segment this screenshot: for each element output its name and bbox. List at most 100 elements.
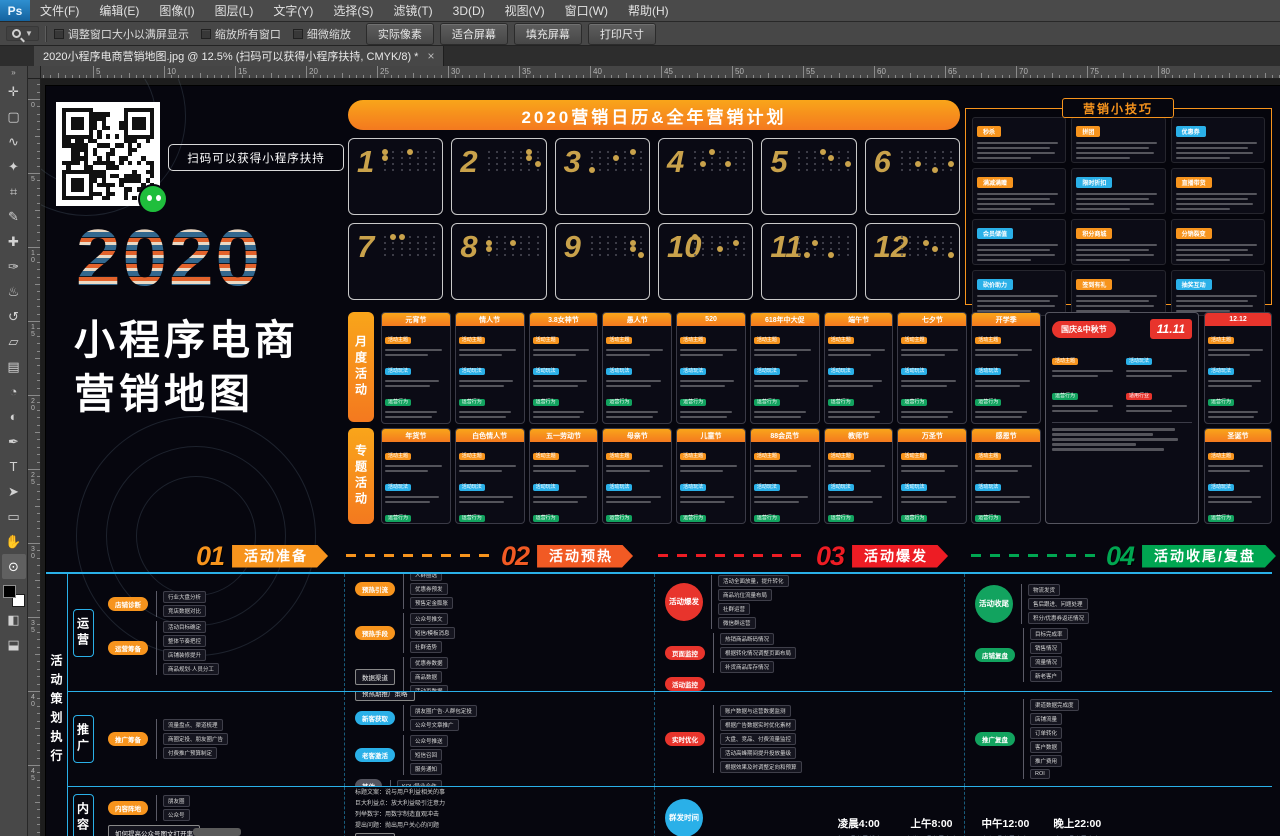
menu-item[interactable]: 文字(Y) bbox=[263, 0, 323, 21]
calendar-dot bbox=[934, 157, 936, 159]
vertical-ruler: 051015202530354045 bbox=[28, 79, 41, 836]
close-icon[interactable]: × bbox=[427, 49, 434, 63]
path-select-tool[interactable]: ➤ bbox=[2, 479, 26, 504]
menu-item[interactable]: 图像(I) bbox=[149, 0, 204, 21]
calendar-dot bbox=[384, 248, 386, 250]
ruler-tick bbox=[462, 75, 463, 78]
type-tool[interactable]: T bbox=[2, 454, 26, 479]
calendar-dot bbox=[615, 242, 617, 244]
flow-child: 活动全面放量，提升转化 bbox=[718, 575, 789, 587]
color-swatches[interactable] bbox=[3, 585, 25, 607]
event-card-body: 活动主题活动玩法运营行为适用行业 bbox=[972, 326, 1040, 423]
crop-tool[interactable]: ⌗ bbox=[2, 179, 26, 204]
dodge-tool[interactable]: ◐ bbox=[2, 404, 26, 429]
option-button[interactable]: 填充屏幕 bbox=[514, 23, 582, 45]
gradient-tool[interactable]: ▤ bbox=[2, 354, 26, 379]
calendar-dot bbox=[692, 234, 698, 240]
tool-preset[interactable]: ▼ bbox=[6, 26, 39, 41]
tip-title: 秒杀 bbox=[977, 126, 1001, 137]
hand-tool[interactable]: ✋ bbox=[2, 529, 26, 554]
calendar-dot bbox=[607, 254, 609, 256]
calendar-dot bbox=[392, 248, 394, 250]
skeleton-line bbox=[977, 152, 1055, 155]
ruler-tick bbox=[512, 75, 513, 78]
skeleton-line bbox=[901, 380, 955, 383]
menu-item[interactable]: 帮助(H) bbox=[618, 0, 679, 21]
quick-select-tool-icon: ✦ bbox=[8, 159, 19, 175]
ruler-label: 30 bbox=[30, 546, 36, 560]
menu-item[interactable]: 视图(V) bbox=[495, 0, 555, 21]
calendar-dot bbox=[599, 248, 601, 250]
menu-item[interactable]: 编辑(E) bbox=[89, 0, 149, 21]
zoom-tool-icon bbox=[12, 29, 21, 38]
foreground-color-swatch[interactable] bbox=[3, 585, 16, 598]
flow-row-label: 推广 bbox=[68, 692, 98, 786]
flow-child: 竞店数据对比 bbox=[163, 605, 206, 617]
menu-item[interactable]: 3D(D) bbox=[443, 0, 495, 21]
option-checkbox[interactable]: 缩放所有窗口 bbox=[201, 26, 281, 42]
brush-tool[interactable]: ✑ bbox=[2, 254, 26, 279]
eraser-tool[interactable]: ▱ bbox=[2, 329, 26, 354]
ruler-tick bbox=[1222, 75, 1223, 78]
document-tab[interactable]: 2020小程序电商营销地图.jpg @ 12.5% (扫码可以获得小程序扶持, … bbox=[34, 46, 444, 66]
card-tag: 活动玩法 bbox=[459, 484, 485, 491]
ruler-tick bbox=[895, 75, 896, 78]
menu-item[interactable]: 文件(F) bbox=[30, 0, 89, 21]
marquee-tool[interactable]: ▢ bbox=[2, 104, 26, 129]
quick-mask-tool[interactable]: ◧ bbox=[2, 607, 26, 632]
checkbox-box[interactable] bbox=[293, 29, 303, 39]
eyedropper-tool[interactable]: ✎ bbox=[2, 204, 26, 229]
history-brush-tool[interactable]: ↺ bbox=[2, 304, 26, 329]
document-canvas[interactable]: 扫码可以获得小程序扶持 2020 小程序电商 营销地图 2020营销日历&全年营… bbox=[41, 79, 1280, 836]
skeleton-line bbox=[901, 349, 958, 352]
healing-brush-tool[interactable]: ✚ bbox=[2, 229, 26, 254]
ruler-tick bbox=[725, 75, 726, 78]
screen-mode-tool[interactable]: ⬓ bbox=[2, 632, 26, 657]
event-card: 520活动主题活动玩法运营行为适用行业 bbox=[676, 312, 746, 424]
shape-tool[interactable]: ▭ bbox=[2, 504, 26, 529]
move-tool[interactable]: ✛ bbox=[2, 79, 26, 104]
ruler-tick bbox=[1137, 75, 1138, 78]
quick-select-tool[interactable]: ✦ bbox=[2, 154, 26, 179]
menu-item[interactable]: 图层(L) bbox=[205, 0, 264, 21]
checkbox-box[interactable] bbox=[54, 29, 64, 39]
month-card: 10 bbox=[658, 223, 753, 300]
ruler-tick bbox=[37, 750, 40, 751]
calendar-dot bbox=[727, 254, 729, 256]
calendar-dot bbox=[401, 163, 403, 165]
ruler-tick bbox=[37, 343, 40, 344]
event-card-body: 活动主题活动玩法运营行为 bbox=[456, 442, 524, 523]
menu-item[interactable]: 选择(S) bbox=[323, 0, 383, 21]
pen-tool[interactable]: ✒ bbox=[2, 429, 26, 454]
phase-number: 03 bbox=[816, 541, 844, 572]
ruler-label: 45 bbox=[30, 768, 36, 782]
ruler-tick bbox=[533, 75, 534, 78]
ruler-tick bbox=[1066, 75, 1067, 78]
option-button[interactable]: 打印尺寸 bbox=[588, 23, 656, 45]
menu-item[interactable]: 滤镜(T) bbox=[383, 0, 442, 21]
blur-tool[interactable]: ◔ bbox=[2, 379, 26, 404]
calendar-dot bbox=[822, 169, 824, 171]
option-button[interactable]: 适合屏幕 bbox=[440, 23, 508, 45]
card-tag: 活动玩法 bbox=[680, 368, 706, 375]
collapse-panel-icon[interactable]: » bbox=[11, 67, 15, 79]
checkbox-box[interactable] bbox=[201, 29, 211, 39]
clone-stamp-tool[interactable]: ♨ bbox=[2, 279, 26, 304]
ruler-tick bbox=[28, 765, 40, 766]
calendar-dot bbox=[512, 248, 514, 250]
lasso-tool[interactable]: ∿ bbox=[2, 129, 26, 154]
option-button[interactable]: 实际像素 bbox=[366, 23, 434, 45]
zoom-tool[interactable]: ⊙ bbox=[2, 554, 26, 579]
ruler-label: 35 bbox=[30, 620, 36, 634]
option-checkbox[interactable]: 调整窗口大小以满屏显示 bbox=[54, 26, 189, 42]
horizontal-scrollbar-thumb[interactable] bbox=[193, 828, 241, 836]
calendar-dot bbox=[838, 242, 840, 244]
event-card-body: 活动主题活动玩法运营行为 bbox=[751, 442, 819, 523]
option-checkbox[interactable]: 细微缩放 bbox=[293, 26, 351, 42]
ruler-tick bbox=[420, 75, 421, 78]
checkbox-label: 细微缩放 bbox=[307, 26, 351, 42]
card-tag: 活动玩法 bbox=[680, 484, 706, 491]
calendar-dot bbox=[528, 169, 530, 171]
menu-item[interactable]: 窗口(W) bbox=[555, 0, 618, 21]
flow-child: 推广费用 bbox=[1030, 755, 1062, 767]
